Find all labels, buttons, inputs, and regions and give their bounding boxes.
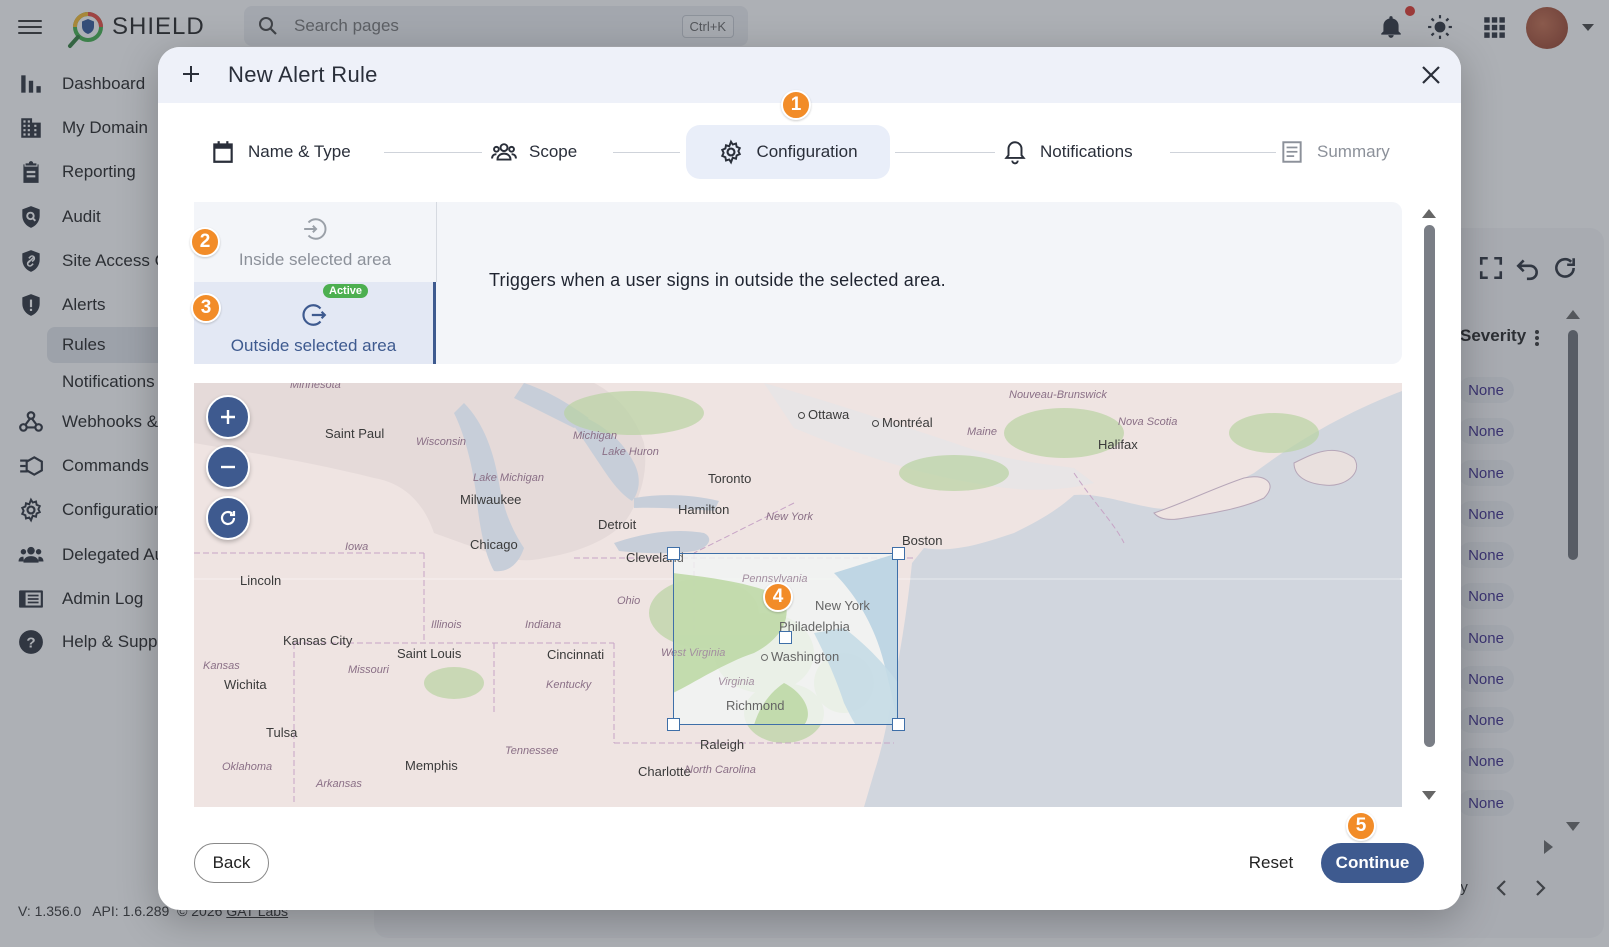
- inside-area-option[interactable]: Inside selected area: [194, 202, 436, 282]
- map-label: Minnesota: [290, 383, 341, 391]
- map-label: Kansas City: [283, 633, 353, 648]
- enter-area-icon: [304, 218, 327, 240]
- outside-area-option[interactable]: Outside selected area: [194, 282, 436, 364]
- dialog-header: New Alert Rule: [158, 47, 1461, 103]
- step-connector: [1170, 152, 1276, 153]
- step-badge: 2: [190, 227, 220, 257]
- resize-handle-top-left[interactable]: [667, 547, 680, 560]
- step-badge: 1: [781, 90, 811, 120]
- map-view[interactable]: Minnesota Saint Paul Ottawa Montréal Nou…: [194, 383, 1402, 807]
- reset-button[interactable]: Reset: [1236, 843, 1306, 883]
- step-connector: [384, 152, 482, 153]
- map-label: Nova Scotia: [1118, 416, 1178, 428]
- people-icon: [491, 143, 517, 161]
- map-label: Raleigh: [700, 737, 745, 752]
- map-label: Kansas: [203, 660, 240, 672]
- wizard-stepper: Name & Type Scope Configuration Notifica…: [158, 125, 1461, 181]
- plus-icon: [183, 66, 199, 82]
- step-label: Name & Type: [248, 142, 351, 161]
- step-label: Configuration: [756, 142, 858, 161]
- dialog-title: New Alert Rule: [228, 62, 378, 87]
- map-label: North Carolina: [685, 764, 756, 776]
- minus-icon: [221, 465, 235, 469]
- move-handle-center[interactable]: [779, 631, 792, 644]
- step-badge: 3: [191, 293, 221, 323]
- step-name-type[interactable]: Name & Type: [210, 125, 360, 179]
- back-button[interactable]: Back: [194, 843, 269, 883]
- step-summary[interactable]: Summary: [1279, 125, 1399, 179]
- map-label: Montréal: [872, 415, 933, 430]
- map-label: Tennessee: [505, 745, 559, 757]
- map-label: Iowa: [345, 541, 369, 553]
- map-label: Illinois: [431, 619, 462, 631]
- resize-handle-bottom-right[interactable]: [892, 718, 905, 731]
- step-connector: [895, 152, 995, 153]
- step-label: Notifications: [1040, 142, 1133, 161]
- map-label: Charlotte: [638, 764, 691, 779]
- scroll-up-icon[interactable]: [1422, 209, 1436, 218]
- step-badge: 4: [763, 582, 793, 612]
- map-label: Saint Paul: [325, 426, 385, 441]
- map-label: Lake Michigan: [473, 472, 544, 484]
- map-label: Indiana: [525, 619, 562, 631]
- map-label: Milwaukee: [460, 492, 522, 507]
- zoom-out-button[interactable]: [206, 445, 250, 489]
- outside-area-label: Outside selected area: [230, 336, 397, 355]
- calendar-icon: [213, 141, 233, 163]
- condition-description: Triggers when a user signs in outside th…: [489, 270, 946, 290]
- map-label: Maine: [967, 426, 997, 438]
- refresh-icon: [220, 510, 236, 526]
- reset-view-button[interactable]: [206, 496, 250, 540]
- scroll-down-icon[interactable]: [1422, 791, 1436, 800]
- map-label: Ohio: [617, 595, 641, 607]
- map-label: Saint Louis: [397, 646, 462, 661]
- map-label: Tulsa: [266, 725, 298, 740]
- step-scope[interactable]: Scope: [491, 125, 591, 179]
- summary-icon: [1282, 141, 1302, 163]
- map-label: Detroit: [598, 517, 637, 532]
- map-label: Oklahoma: [222, 761, 273, 773]
- zoom-in-button[interactable]: [206, 395, 250, 439]
- map-label: Missouri: [348, 664, 389, 676]
- area-condition-panel: Inside selected area Outside selected ar…: [194, 202, 1402, 364]
- bell-icon: [1004, 141, 1026, 165]
- step-notifications[interactable]: Notifications: [1002, 125, 1142, 179]
- resize-handle-bottom-left[interactable]: [667, 718, 680, 731]
- option-divider: [436, 202, 437, 282]
- close-icon[interactable]: [1420, 64, 1442, 86]
- map-label: Cincinnati: [547, 647, 605, 662]
- map-label: Toronto: [708, 471, 752, 486]
- map-label: Wichita: [224, 677, 267, 692]
- step-configuration[interactable]: Configuration: [686, 125, 890, 179]
- step-label: Scope: [529, 142, 578, 161]
- map-label: Lincoln: [240, 573, 282, 588]
- map-label: Halifax: [1098, 437, 1138, 452]
- step-badge: 5: [1346, 811, 1376, 841]
- inside-area-label: Inside selected area: [238, 250, 392, 269]
- resize-handle-top-right[interactable]: [892, 547, 905, 560]
- exit-area-icon: [301, 304, 326, 326]
- map-label: Kentucky: [546, 679, 592, 691]
- map-label: New York: [766, 511, 813, 523]
- new-alert-rule-dialog: New Alert Rule 1 Name & Type Scope Confi…: [158, 47, 1461, 910]
- map-label: Wisconsin: [416, 436, 467, 448]
- dialog-scrollbar[interactable]: [1424, 225, 1435, 747]
- map-label: Arkansas: [316, 778, 362, 790]
- active-chip: Active: [323, 284, 369, 298]
- step-label: Summary: [1317, 142, 1390, 161]
- map-label: Chicago: [470, 537, 518, 552]
- map-label: Memphis: [405, 758, 458, 773]
- map-label: Nouveau-Brunswick: [1009, 389, 1107, 401]
- map-label: Lake Huron: [602, 446, 659, 458]
- continue-button[interactable]: Continue: [1321, 843, 1424, 883]
- gear-icon: [721, 139, 742, 165]
- plus-icon: [221, 410, 235, 424]
- step-connector: [613, 152, 680, 153]
- map-label: Boston: [902, 533, 943, 548]
- map-label: Ottawa: [798, 407, 849, 422]
- map-label: Hamilton: [678, 502, 730, 517]
- map-label: Michigan: [573, 430, 618, 442]
